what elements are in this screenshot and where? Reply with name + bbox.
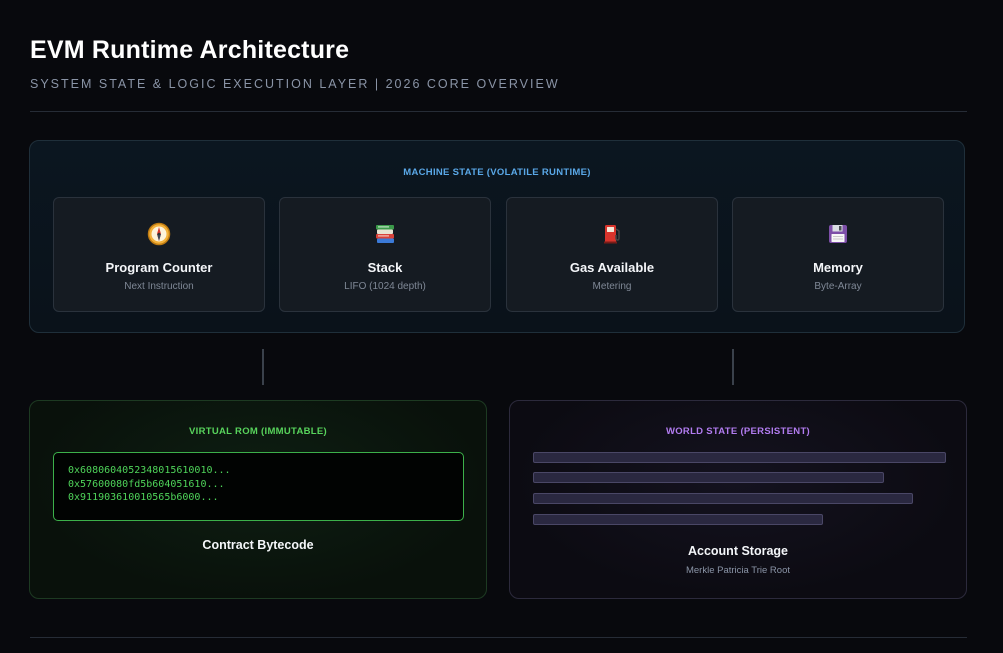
bytecode-line: 0x6080604052348015610010...	[68, 465, 231, 476]
memory-card: Memory Byte-Array	[732, 197, 944, 312]
storage-bar	[533, 452, 946, 463]
card-name: Program Counter	[105, 260, 213, 275]
machine-state-panel: MACHINE STATE (VOLATILE RUNTIME) Program…	[29, 140, 965, 333]
virtual-rom-title: VIRTUAL ROM (IMMUTABLE)	[189, 426, 327, 437]
fuel-pump-icon	[507, 222, 717, 246]
world-state-title: WORLD STATE (PERSISTENT)	[665, 426, 811, 437]
compass-icon	[54, 222, 264, 246]
connector-right	[732, 349, 734, 385]
card-name: Gas Available	[569, 260, 655, 275]
bytecode-box: 0x6080604052348015610010... 0x57600080fd…	[53, 452, 464, 521]
connector-left	[262, 349, 264, 385]
card-name: Memory	[813, 260, 863, 275]
stack-of-books-icon	[280, 222, 490, 246]
page-title: EVM Runtime Architecture	[30, 36, 350, 64]
merkle-root-label: Merkle Patricia Trie Root	[685, 565, 790, 576]
card-sub: Metering	[592, 281, 632, 292]
stack-card: Stack LIFO (1024 depth)	[279, 197, 491, 312]
virtual-rom-panel: VIRTUAL ROM (IMMUTABLE) 0x60806040523480…	[29, 400, 487, 599]
page-subtitle: SYSTEM STATE & LOGIC EXECUTION LAYER | 2…	[30, 77, 560, 91]
bytecode-line: 0x57600080fd5b604051610...	[68, 478, 225, 490]
account-storage-label: Account Storage	[687, 544, 788, 558]
card-sub: Next Instruction	[124, 281, 194, 292]
storage-bar	[533, 472, 884, 483]
world-state-panel: WORLD STATE (PERSISTENT) Account Storage…	[509, 400, 967, 599]
contract-bytecode-label: Contract Bytecode	[202, 538, 314, 552]
card-sub: Byte-Array	[814, 281, 862, 292]
gas-available-card: Gas Available Metering	[506, 197, 718, 312]
machine-state-title: MACHINE STATE (VOLATILE RUNTIME)	[403, 167, 591, 178]
storage-bar	[533, 514, 823, 525]
top-divider	[30, 111, 967, 112]
storage-bar	[533, 493, 913, 504]
card-sub: LIFO (1024 depth)	[344, 281, 426, 292]
floppy-disk-icon	[733, 222, 943, 246]
bytecode-line: 0x911903610010565b6000...	[68, 492, 219, 503]
program-counter-card: Program Counter Next Instruction	[53, 197, 265, 312]
bottom-divider	[30, 637, 967, 638]
card-name: Stack	[367, 260, 403, 275]
